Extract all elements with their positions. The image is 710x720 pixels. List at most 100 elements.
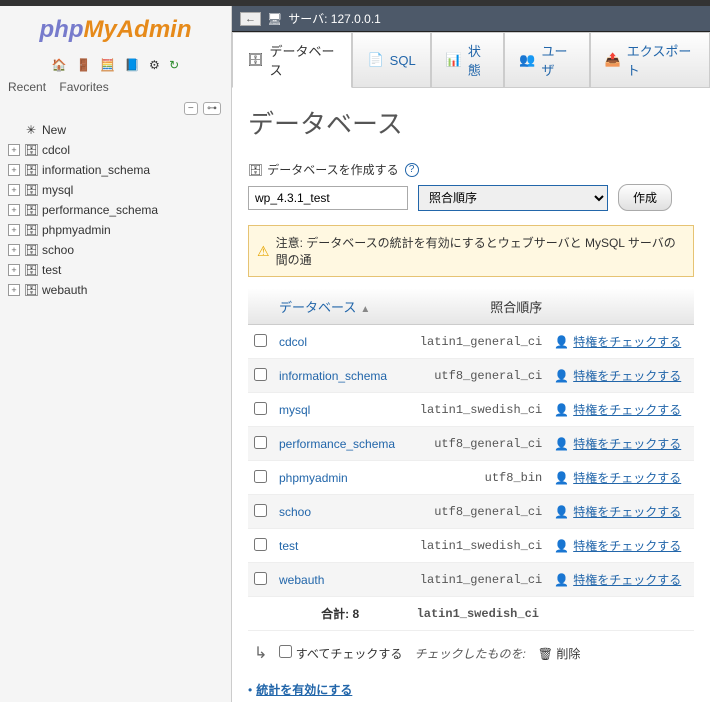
db-link[interactable]: webauth [279, 573, 324, 587]
tree-item[interactable]: +🗄mysql [4, 180, 231, 200]
check-all-box[interactable] [279, 645, 292, 658]
collation-cell: latin1_general_ci [407, 325, 548, 359]
privilege-link[interactable]: 特権をチェックする [573, 573, 681, 587]
tree-item[interactable]: +🗄information_schema [4, 160, 231, 180]
expand-icon[interactable]: + [8, 204, 20, 216]
privilege-icon: 👤 [554, 369, 569, 383]
expand-icon[interactable]: + [8, 284, 20, 296]
privilege-icon: 👤 [554, 505, 569, 519]
enable-stats-link[interactable]: 統計を有効にする [256, 683, 352, 697]
row-checkbox[interactable] [254, 368, 267, 381]
tab-データベース[interactable]: 🗄データベース [232, 32, 352, 88]
tree-item[interactable]: +🗄test [4, 260, 231, 280]
table-row: webauthlatin1_general_ci👤特権をチェックする [248, 563, 694, 597]
tab-icon: 📤 [605, 52, 621, 68]
server-label: サーバ: [288, 10, 327, 27]
tab-ユーザ[interactable]: 👥ユーザ [504, 32, 589, 87]
tree-label: cdcol [42, 143, 70, 157]
docs-icon[interactable]: 📘 [125, 58, 140, 72]
settings-icon[interactable]: ⚙ [149, 58, 160, 72]
tree-item[interactable]: +🗄performance_schema [4, 200, 231, 220]
privilege-icon: 👤 [554, 539, 569, 553]
link-icon[interactable]: ⊶ [203, 102, 221, 115]
tab-label: ユーザ [542, 41, 575, 79]
sql-icon[interactable]: 🧮 [100, 58, 115, 72]
logo-php: php [40, 16, 84, 43]
db-link[interactable]: schoo [279, 505, 311, 519]
home-icon[interactable]: 🏠 [52, 58, 67, 72]
expand-icon[interactable]: + [8, 144, 20, 156]
refresh-icon[interactable]: ↻ [169, 58, 179, 72]
table-row: cdcollatin1_general_ci👤特権をチェックする [248, 325, 694, 359]
logo: phpMyAdmin [0, 6, 231, 54]
row-checkbox[interactable] [254, 572, 267, 585]
row-checkbox[interactable] [254, 470, 267, 483]
collapse-icon[interactable]: − [184, 102, 198, 115]
with-selected-label: チェックしたものを: [414, 645, 525, 662]
collation-select[interactable]: 照合順序 [418, 185, 608, 211]
privilege-link[interactable]: 特権をチェックする [573, 437, 681, 451]
privilege-link[interactable]: 特権をチェックする [573, 403, 681, 417]
footer-actions: ↳ すべてチェックする チェックしたものを: 🗑 削除 [248, 631, 694, 675]
db-icon: 🗄 [248, 163, 263, 177]
sidebar: phpMyAdmin 🏠 🚪 🧮 📘 ⚙ ↻ Recent Favorites … [0, 6, 232, 702]
tab-SQL[interactable]: 📄SQL [352, 32, 430, 87]
tree-item[interactable]: +🗄cdcol [4, 140, 231, 160]
db-table: データベース▲ 照合順序 cdcollatin1_general_ci👤特権をチ… [248, 289, 694, 631]
expand-icon[interactable]: + [8, 184, 20, 196]
db-link[interactable]: test [279, 539, 298, 553]
back-button[interactable]: ← [240, 12, 261, 26]
logout-icon[interactable]: 🚪 [76, 58, 91, 72]
sort-asc-icon: ▲ [360, 304, 370, 315]
row-checkbox[interactable] [254, 402, 267, 415]
expand-icon[interactable]: + [8, 264, 20, 276]
arrow-up-icon: ↳ [254, 643, 267, 663]
row-checkbox[interactable] [254, 436, 267, 449]
sidebar-tabs: Recent Favorites [0, 76, 231, 98]
help-icon[interactable]: ? [405, 163, 419, 177]
sort-db[interactable]: データベース [279, 300, 356, 315]
delete-action[interactable]: 🗑 削除 [538, 645, 581, 662]
privilege-link[interactable]: 特権をチェックする [573, 505, 681, 519]
tab-favorites[interactable]: Favorites [59, 80, 108, 94]
tree-label: webauth [42, 283, 87, 297]
tab-recent[interactable]: Recent [8, 80, 46, 94]
row-checkbox[interactable] [254, 504, 267, 517]
bullet-icon: • [248, 683, 252, 697]
db-name-input[interactable] [248, 186, 408, 210]
collation-cell: utf8_general_ci [407, 427, 548, 461]
privilege-link[interactable]: 特権をチェックする [573, 369, 681, 383]
row-checkbox[interactable] [254, 538, 267, 551]
tree-label: mysql [42, 183, 73, 197]
tab-状態[interactable]: 📊状態 [431, 32, 505, 87]
tab-label: 状態 [468, 41, 489, 79]
tree-item[interactable]: +🗄webauth [4, 280, 231, 300]
expand-icon[interactable]: + [8, 224, 20, 236]
expand-icon[interactable]: + [8, 244, 20, 256]
db-link[interactable]: phpmyadmin [279, 471, 348, 485]
sidebar-toolbar: 🏠 🚪 🧮 📘 ⚙ ↻ [0, 54, 231, 76]
tab-icon: 📄 [367, 52, 383, 68]
tree-item[interactable]: ✳New [4, 120, 231, 140]
privilege-link[interactable]: 特権をチェックする [573, 335, 681, 349]
privilege-icon: 👤 [554, 437, 569, 451]
db-link[interactable]: performance_schema [279, 437, 395, 451]
db-icon: 🗄 [24, 263, 38, 277]
check-all[interactable]: すべてチェックする [279, 645, 402, 662]
db-link[interactable]: information_schema [279, 369, 387, 383]
expand-icon[interactable]: + [8, 164, 20, 176]
tab-エクスポート[interactable]: 📤エクスポート [590, 32, 710, 87]
create-button[interactable]: 作成 [618, 184, 672, 211]
server-bar: ← 🖥 サーバ: 127.0.0.1 [232, 6, 710, 32]
tree-item[interactable]: +🗄phpmyadmin [4, 220, 231, 240]
delete-icon: 🗑 [538, 647, 553, 661]
tree-item[interactable]: +🗄schoo [4, 240, 231, 260]
privilege-link[interactable]: 特権をチェックする [573, 471, 681, 485]
db-link[interactable]: cdcol [279, 335, 307, 349]
main-tabs: 🗄データベース📄SQL📊状態👥ユーザ📤エクスポート [232, 32, 710, 88]
row-checkbox[interactable] [254, 334, 267, 347]
db-tree: ✳New+🗄cdcol+🗄information_schema+🗄mysql+🗄… [0, 116, 231, 304]
db-link[interactable]: mysql [279, 403, 310, 417]
privilege-link[interactable]: 特権をチェックする [573, 539, 681, 553]
table-row: testlatin1_swedish_ci👤特権をチェックする [248, 529, 694, 563]
